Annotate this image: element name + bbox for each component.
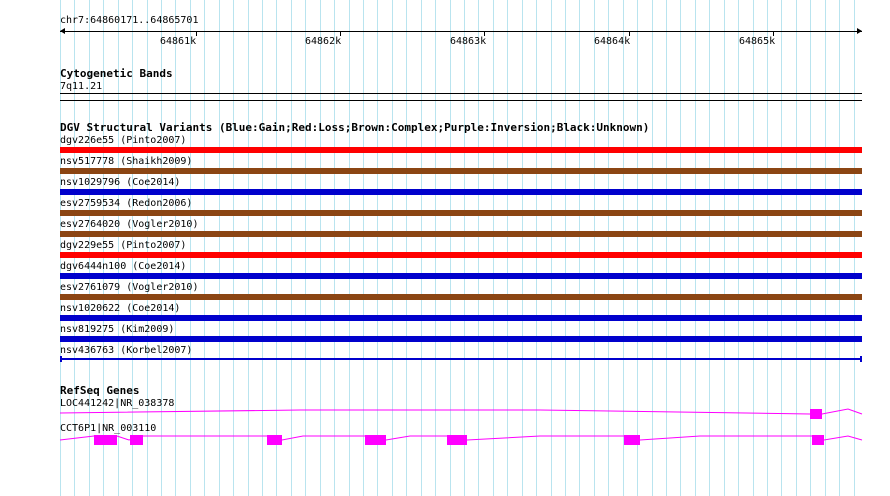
gene-exon[interactable] [447, 435, 467, 445]
genome-browser-panel: chr7:64860171..64865701 64861k 64862k 64… [0, 0, 890, 496]
gene-exon[interactable] [130, 435, 143, 445]
gene-exon[interactable] [94, 435, 117, 445]
gene-intron-lines [59, 408, 863, 441]
gene-exon[interactable] [267, 435, 282, 445]
gene-exon[interactable] [812, 435, 824, 445]
gene-exon[interactable] [624, 435, 640, 445]
gene-exon[interactable] [810, 409, 822, 419]
gene-intron-line [59, 408, 863, 415]
gene-label: CCT6P1|NR_003110 [60, 423, 157, 434]
gene-exon[interactable] [365, 435, 386, 445]
